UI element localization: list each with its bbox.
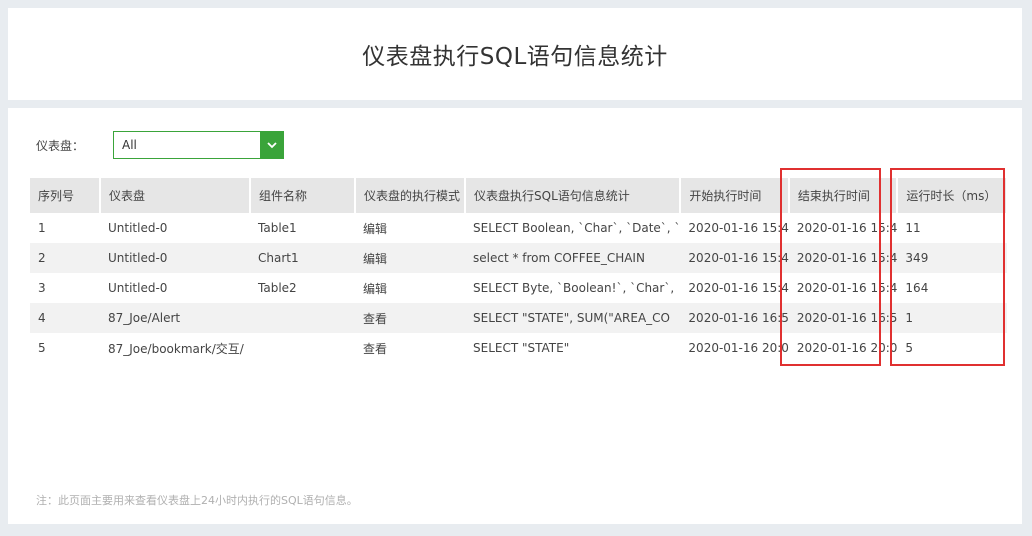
cell-mode: 查看 [355, 303, 465, 333]
cell-sql: SELECT Boolean, `Char`, `Date`, ` [465, 213, 681, 243]
cell-sql: SELECT "STATE" [465, 333, 681, 363]
cell-mode: 查看 [355, 333, 465, 363]
cell-component: Chart1 [250, 243, 355, 273]
cell-index: 4 [30, 303, 100, 333]
table-row[interactable]: 2 Untitled-0 Chart1 编辑 select * from COF… [30, 243, 1008, 273]
dashboard-select[interactable]: All [113, 131, 284, 159]
cell-sql: SELECT "STATE", SUM("AREA_CO [465, 303, 681, 333]
title-panel: 仪表盘执行SQL语句信息统计 [8, 8, 1022, 100]
cell-component: Table1 [250, 213, 355, 243]
dashboard-filter-label: 仪表盘： [36, 138, 85, 153]
column-header-duration[interactable]: 运行时长（ms） [897, 178, 1009, 213]
cell-duration: 164 [897, 273, 1008, 303]
cell-component: Table2 [250, 273, 355, 303]
cell-index: 5 [30, 333, 100, 363]
cell-duration: 1 [897, 303, 1008, 333]
column-header-end-time[interactable]: 结束执行时间 [788, 178, 899, 213]
cell-sql: select * from COFFEE_CHAIN [465, 243, 681, 273]
cell-end-time: 2020-01-16 15:4 [788, 243, 898, 273]
table-row[interactable]: 4 87_Joe/Alert 查看 SELECT "STATE", SUM("A… [30, 303, 1008, 333]
cell-mode: 编辑 [355, 273, 465, 303]
table-row[interactable]: 1 Untitled-0 Table1 编辑 SELECT Boolean, `… [30, 213, 1008, 243]
cell-end-time: 2020-01-16 20:0 [788, 333, 898, 363]
cell-dashboard: 87_Joe/Alert [100, 303, 250, 333]
column-header-start-time[interactable]: 开始执行时间 [680, 178, 790, 213]
column-header-dashboard[interactable]: 仪表盘 [100, 178, 251, 213]
cell-index: 1 [30, 213, 100, 243]
cell-component [250, 333, 355, 363]
cell-start-time: 2020-01-16 15:4 [680, 273, 789, 303]
cell-start-time: 2020-01-16 15:4 [680, 243, 789, 273]
cell-dashboard: Untitled-0 [100, 243, 250, 273]
table-header-row: 序列号 仪表盘 组件名称 仪表盘的执行模式 仪表盘执行SQL语句信息统计 开始执… [30, 178, 1009, 213]
cell-dashboard: Untitled-0 [100, 273, 250, 303]
cell-mode: 编辑 [355, 243, 465, 273]
cell-index: 2 [30, 243, 100, 273]
cell-duration: 11 [897, 213, 1008, 243]
column-header-mode[interactable]: 仪表盘的执行模式 [355, 178, 466, 213]
cell-start-time: 2020-01-16 16:5 [680, 303, 789, 333]
dashboard-select-value: All [122, 138, 137, 152]
cell-end-time: 2020-01-16 15:4 [788, 213, 898, 243]
cell-end-time: 2020-01-16 16:5 [788, 303, 898, 333]
cell-dashboard: 87_Joe/bookmark/交互/ [100, 333, 250, 363]
cell-start-time: 2020-01-16 15:4 [680, 213, 789, 243]
cell-end-time: 2020-01-16 15:4 [788, 273, 898, 303]
sql-stats-table: 序列号 仪表盘 组件名称 仪表盘的执行模式 仪表盘执行SQL语句信息统计 开始执… [30, 178, 1009, 363]
table-row[interactable]: 5 87_Joe/bookmark/交互/ 查看 SELECT "STATE" … [30, 333, 1008, 363]
chevron-down-icon[interactable] [260, 131, 284, 159]
main-panel: 仪表盘： All 序列号 仪表盘 组件名称 仪表盘的执行模式 仪表盘执行SQL语… [8, 108, 1022, 524]
table-row[interactable]: 3 Untitled-0 Table2 编辑 SELECT Byte, `Boo… [30, 273, 1008, 303]
cell-duration: 5 [897, 333, 1008, 363]
page-title: 仪表盘执行SQL语句信息统计 [362, 44, 668, 70]
dashboard-filter: 仪表盘： All [36, 130, 284, 160]
column-header-sql[interactable]: 仪表盘执行SQL语句信息统计 [465, 178, 682, 213]
cell-duration: 349 [897, 243, 1008, 273]
column-header-component[interactable]: 组件名称 [250, 178, 356, 213]
cell-component [250, 303, 355, 333]
column-header-index[interactable]: 序列号 [30, 178, 101, 213]
cell-start-time: 2020-01-16 20:0 [680, 333, 789, 363]
cell-dashboard: Untitled-0 [100, 213, 250, 243]
footnote: 注：此页面主要用来查看仪表盘上24小时内执行的SQL语句信息。 [36, 494, 358, 507]
cell-index: 3 [30, 273, 100, 303]
cell-mode: 编辑 [355, 213, 465, 243]
cell-sql: SELECT Byte, `Boolean!`, `Char`, [465, 273, 681, 303]
